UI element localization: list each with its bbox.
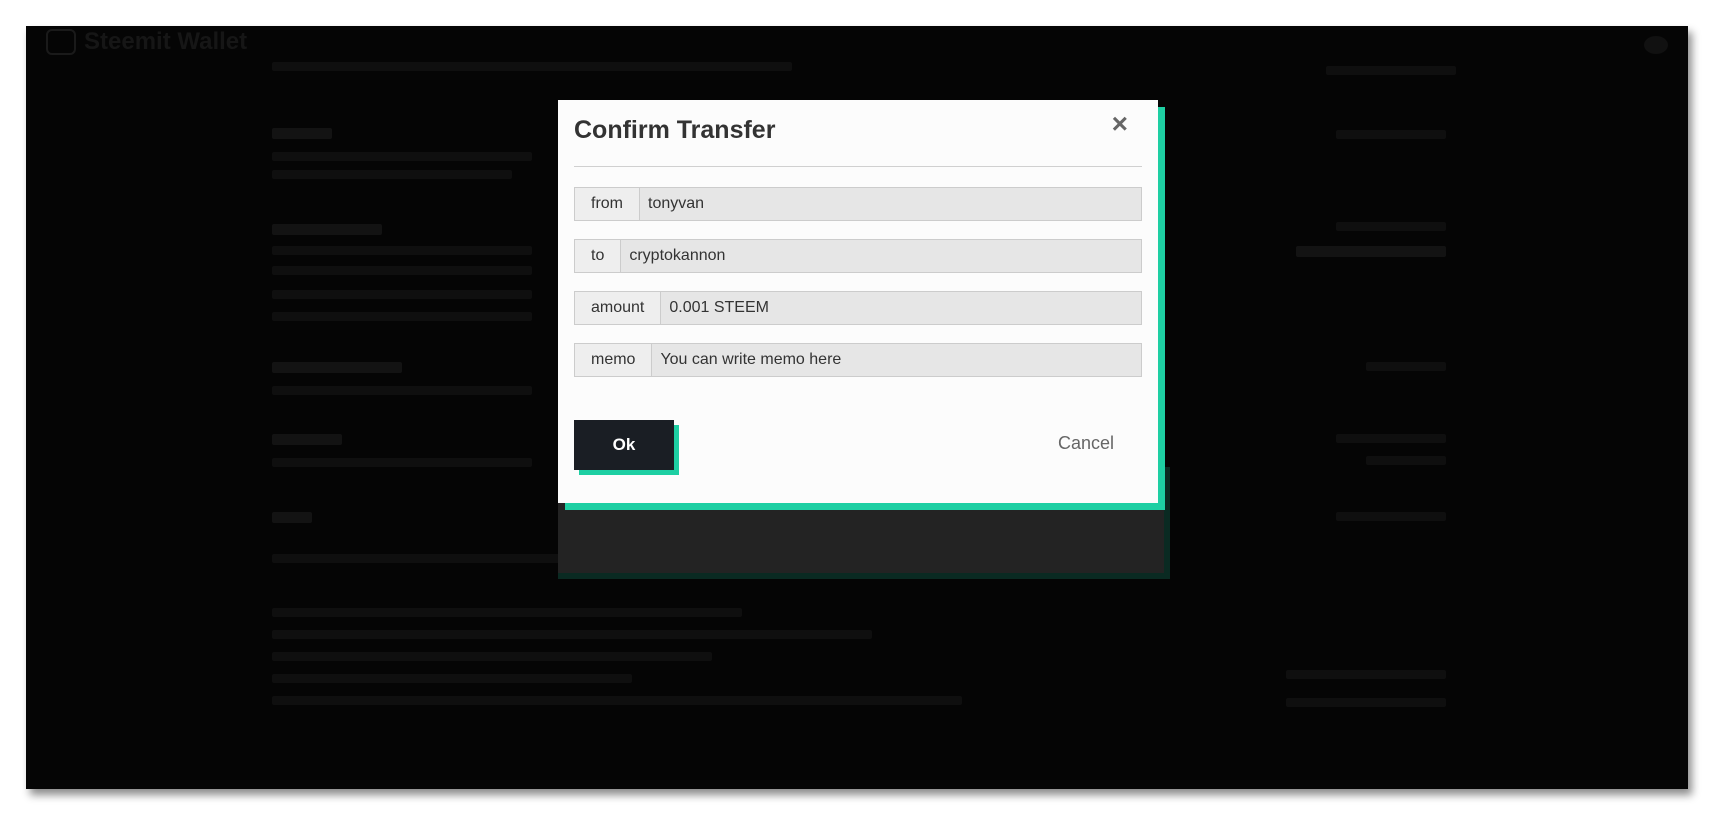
title-divider [574, 166, 1142, 167]
cancel-button[interactable]: Cancel [1052, 432, 1120, 455]
memo-label: memo [575, 344, 653, 376]
memo-field: memo [574, 343, 1142, 377]
from-input[interactable] [640, 188, 1141, 220]
ok-button[interactable]: Ok [574, 420, 674, 470]
from-field: from [574, 187, 1142, 221]
ok-button-wrapper: Ok [574, 420, 674, 470]
user-avatar-icon [1644, 36, 1668, 54]
to-field: to [574, 239, 1142, 273]
app-logo: Steemit Wallet [46, 28, 247, 56]
app-logo-text: Steemit Wallet [84, 28, 248, 55]
dialog-title: Confirm Transfer [574, 116, 776, 144]
app-window: Steemit Wallet Confirm Transfer × from t… [26, 26, 1688, 789]
close-icon[interactable]: × [1112, 110, 1128, 138]
to-input[interactable] [621, 240, 1141, 272]
amount-label: amount [575, 292, 662, 324]
confirm-transfer-dialog: Confirm Transfer × from to amount memo O… [558, 100, 1158, 503]
steem-logo-icon [46, 29, 76, 55]
to-label: to [575, 240, 622, 272]
from-label: from [575, 188, 640, 220]
amount-field: amount [574, 291, 1142, 325]
amount-input[interactable] [661, 292, 1141, 324]
memo-input[interactable] [652, 344, 1141, 376]
